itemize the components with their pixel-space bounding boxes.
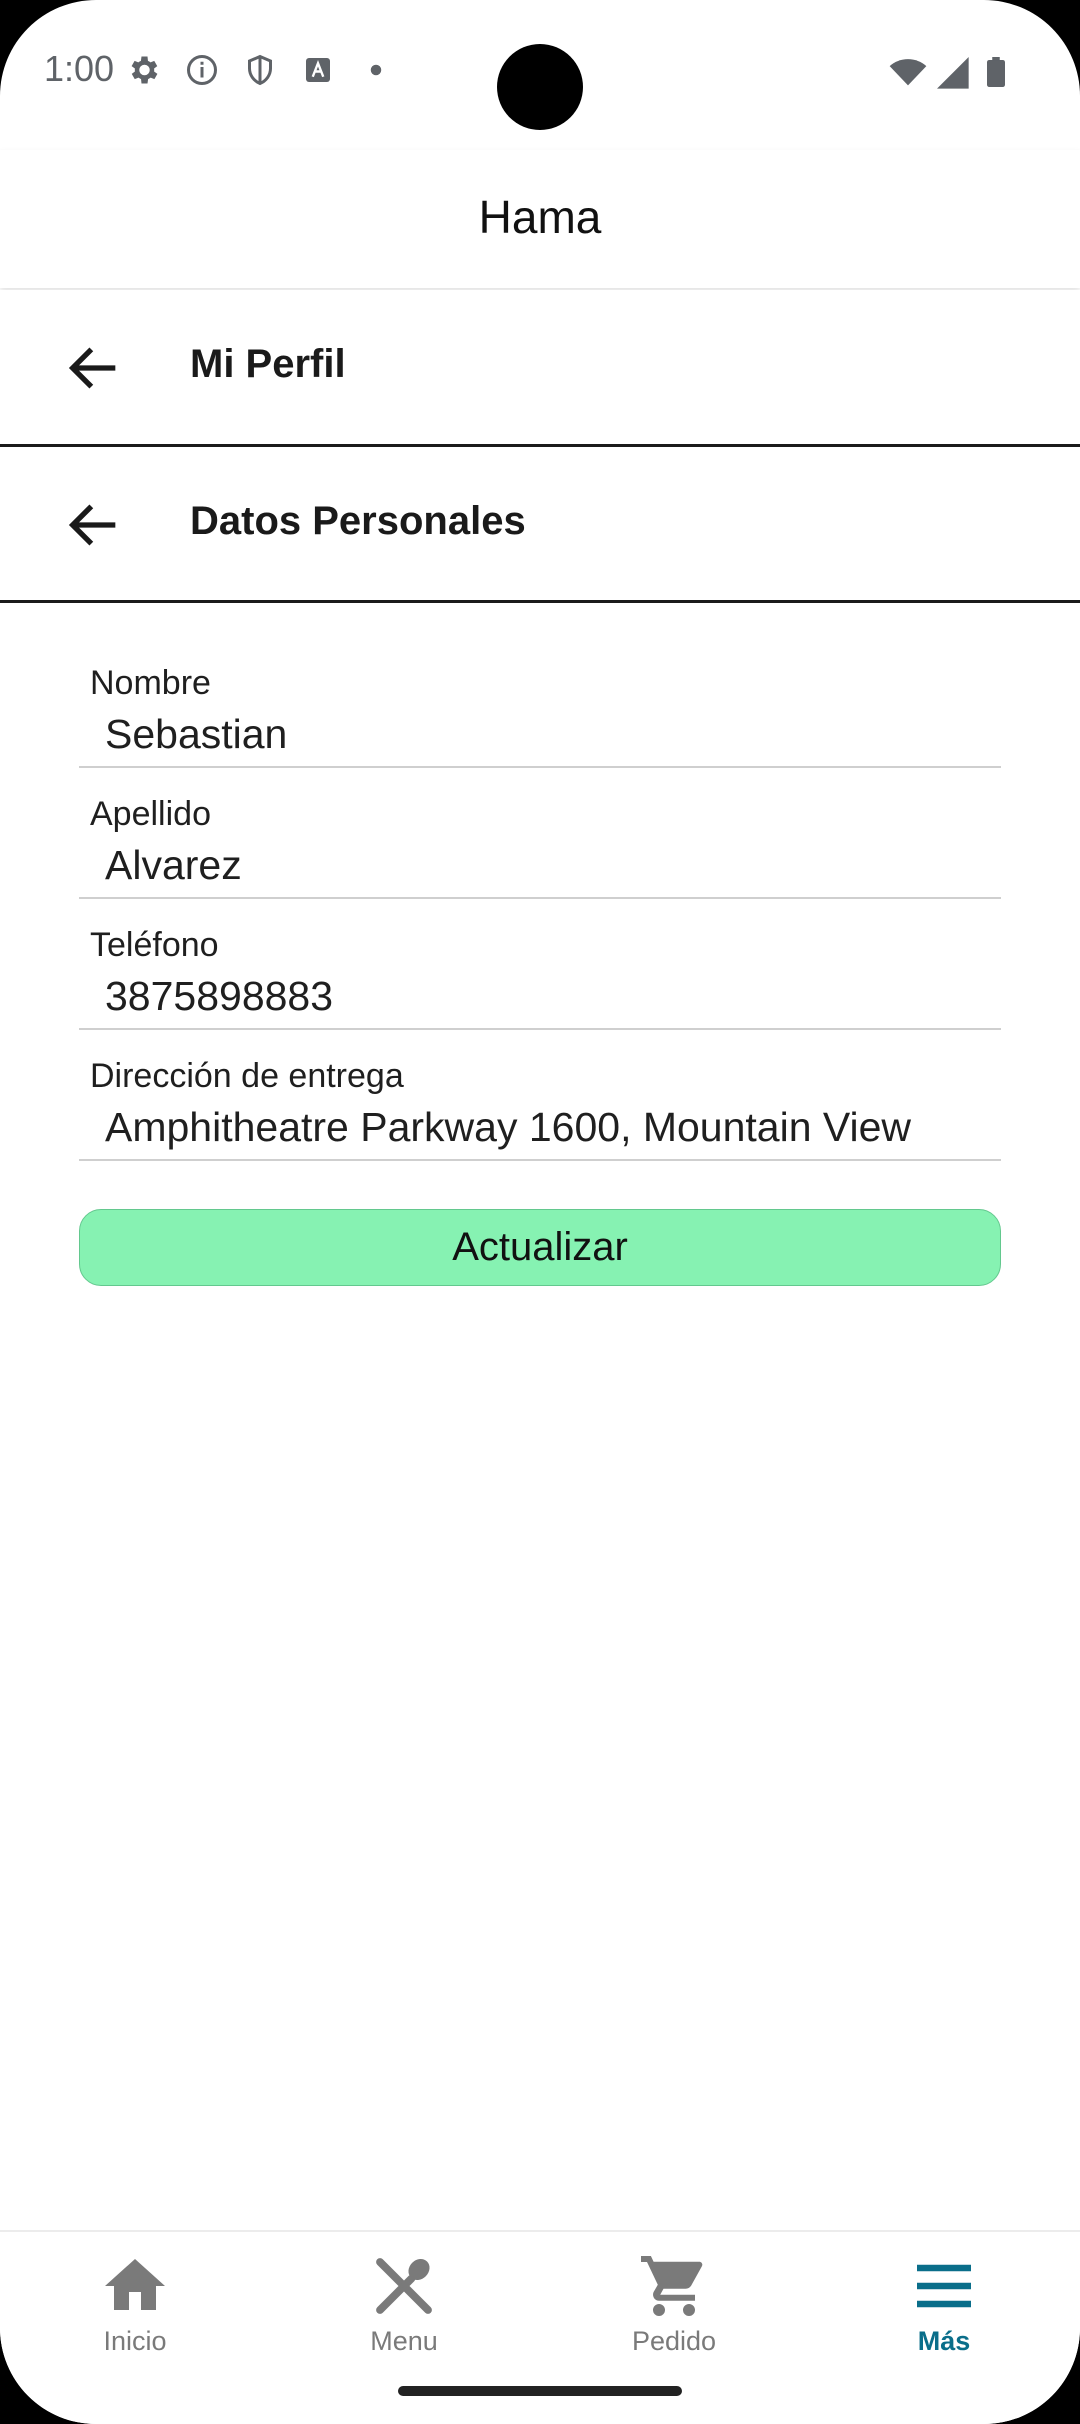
update-button[interactable]: Actualizar [79,1209,1001,1286]
dot-icon [370,64,382,76]
divider [0,600,1080,603]
nombre-label: Nombre [90,664,211,702]
direccion-field: Dirección de entrega [79,1057,1001,1187]
utensils-icon [376,2258,432,2314]
back-arrow-icon[interactable] [62,336,126,400]
signal-icon [937,57,969,89]
apellido-field: Apellido [79,795,1001,925]
app-title: Hama [478,191,602,243]
wifi-icon [889,59,927,86]
nav-item-pedido[interactable]: Pedido [574,2250,774,2370]
telefono-field: Teléfono [79,926,1001,1056]
app-bar: Hama [0,150,1080,288]
personal-data-header[interactable]: Datos Personales [0,447,1080,602]
profile-header[interactable]: Mi Perfil [0,290,1080,445]
direccion-input[interactable] [79,1095,1001,1161]
telefono-input[interactable] [79,964,1001,1030]
nav-item-mas[interactable]: Más [844,2250,1044,2370]
nav-label-pedido: Pedido [631,2326,717,2356]
menu-icon [917,2264,971,2308]
profile-header-title: Mi Perfil [190,342,346,386]
shield-icon [248,54,272,86]
home-indicator[interactable] [398,2386,682,2396]
font-icon [306,58,330,82]
screen: 1:00 Hama Mi Perfil Datos Personales Nom… [0,0,1080,2424]
home-icon [105,2259,165,2310]
back-arrow-icon[interactable] [62,493,126,557]
cart-icon [641,2256,703,2316]
nav-label-mas: Más [917,2326,971,2356]
gear-icon [131,56,158,84]
nombre-field: Nombre [79,664,1001,794]
status-bar: 1:00 [0,0,1080,150]
nav-label-menu: Menu [370,2326,438,2356]
nav-label-inicio: Inicio [103,2326,167,2356]
nav-item-menu[interactable]: Menu [304,2250,504,2370]
battery-icon [987,57,1005,87]
personal-data-title: Datos Personales [190,499,526,543]
nombre-input[interactable] [79,702,1001,768]
info-icon [187,55,217,85]
apellido-input[interactable] [79,833,1001,899]
telefono-label: Teléfono [90,926,219,964]
apellido-label: Apellido [90,795,211,833]
status-time: 1:00 [44,48,115,89]
direccion-label: Dirección de entrega [90,1057,404,1095]
camera-cutout [497,44,583,130]
nav-item-inicio[interactable]: Inicio [35,2250,235,2370]
